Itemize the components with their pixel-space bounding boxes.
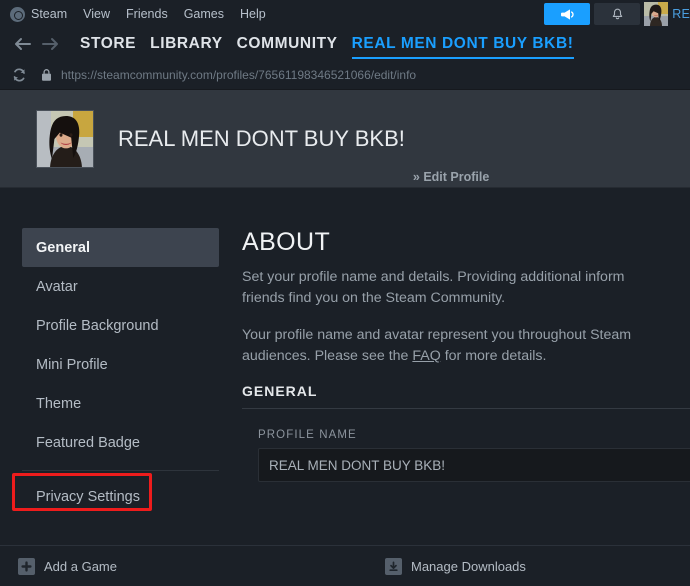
menu-item-help[interactable]: Help [240, 0, 266, 28]
steam-client-window: Steam View Friends Games Help RE STORE L… [0, 0, 690, 586]
manage-downloads-label: Manage Downloads [411, 558, 526, 574]
download-icon [385, 557, 402, 575]
about-paragraph-1-line-1: Set your profile name and details. Provi… [242, 269, 625, 285]
arrow-left-icon [14, 38, 31, 50]
megaphone-icon [560, 8, 574, 20]
menu-item-view[interactable]: View [83, 0, 110, 28]
arrow-right-icon [41, 38, 58, 50]
refresh-icon[interactable] [12, 67, 27, 82]
sidebar-item-label: Mini Profile [36, 356, 108, 373]
navigation-bar: STORE LIBRARY COMMUNITY REAL MEN DONT BU… [0, 28, 690, 60]
sidebar-item-featured-badge[interactable]: Featured Badge [22, 423, 219, 462]
about-paragraph-2: Your profile name and avatar represent y… [242, 325, 690, 367]
steam-logo-icon[interactable] [10, 6, 25, 22]
about-paragraph-2-line-2: audiences. Please see the FAQ for more d… [242, 346, 690, 367]
sidebar-item-privacy-settings[interactable]: Privacy Settings [22, 477, 219, 516]
about-text-before-faq: audiences. Please see the [242, 348, 413, 364]
forward-button[interactable] [38, 32, 62, 56]
padlock-icon [42, 68, 51, 81]
status-bar: Add a Game Manage Downloads [0, 545, 690, 586]
sidebar-item-label: Avatar [36, 278, 78, 295]
about-text-after-faq: for more details. [440, 348, 547, 364]
page-body: General Avatar Profile Background Mini P… [0, 188, 690, 545]
profile-name-input[interactable] [258, 448, 690, 482]
sidebar-item-label: Privacy Settings [36, 488, 140, 505]
sidebar-divider [22, 470, 219, 471]
avatar-mini[interactable] [644, 2, 669, 26]
sidebar-item-label: Theme [36, 395, 82, 412]
menu-item-steam[interactable]: Steam [31, 0, 67, 28]
sidebar-item-mini-profile[interactable]: Mini Profile [22, 345, 219, 384]
faq-link[interactable]: FAQ [412, 348, 440, 364]
settings-content: ABOUT Set your profile name and details.… [236, 188, 690, 545]
sidebar-item-label: General [36, 239, 90, 256]
sidebar-item-profile-background[interactable]: Profile Background [22, 306, 219, 345]
sidebar-privacy-wrap: Privacy Settings [12, 473, 219, 516]
plus-icon [18, 557, 35, 575]
about-section: ABOUT Set your profile name and details.… [242, 228, 690, 482]
url-bar: https://steamcommunity.com/profiles/7656… [0, 60, 690, 90]
profile-avatar-icon [37, 110, 93, 167]
about-paragraph-1: Set your profile name and details. Provi… [242, 267, 690, 309]
nav-tab-profile[interactable]: REAL MEN DONT BUY BKB! [351, 28, 574, 60]
add-a-game-label: Add a Game [44, 558, 117, 574]
user-avatar-icon [644, 2, 669, 26]
breadcrumb-edit-profile[interactable]: » Edit Profile [413, 170, 489, 187]
sidebar-item-theme[interactable]: Theme [22, 384, 219, 423]
menu-bar: Steam View Friends Games Help RE [0, 0, 690, 28]
url-text[interactable]: https://steamcommunity.com/profiles/7656… [61, 68, 416, 82]
sidebar-item-label: Featured Badge [36, 434, 140, 451]
sidebar-item-label: Profile Background [36, 317, 159, 334]
profile-name-heading: REAL MEN DONT BUY BKB! [118, 125, 405, 151]
settings-sidebar: General Avatar Profile Background Mini P… [0, 188, 236, 545]
general-section-heading: GENERAL [242, 383, 690, 409]
notifications-button[interactable] [594, 3, 641, 25]
nav-tab-community[interactable]: COMMUNITY [237, 28, 338, 60]
sidebar-item-general[interactable]: General [22, 228, 219, 267]
broadcast-button[interactable] [544, 3, 591, 25]
add-a-game-button[interactable]: Add a Game [18, 557, 117, 575]
username-label[interactable]: RE [672, 7, 690, 21]
profile-name-label: PROFILE NAME [258, 429, 357, 441]
profile-avatar[interactable] [36, 109, 94, 168]
sidebar-item-avatar[interactable]: Avatar [22, 267, 219, 306]
menu-item-games[interactable]: Games [184, 0, 224, 28]
about-paragraph-2-line-1: Your profile name and avatar represent y… [242, 327, 632, 343]
menu-item-friends[interactable]: Friends [126, 0, 168, 28]
manage-downloads-button[interactable]: Manage Downloads [385, 557, 526, 575]
about-paragraph-1-line-2: friends find you on the Steam Community. [242, 290, 506, 306]
nav-tab-library[interactable]: LIBRARY [150, 28, 223, 60]
titlebar-actions: RE [544, 0, 690, 28]
back-button[interactable] [10, 32, 34, 56]
about-title: ABOUT [242, 228, 331, 256]
bell-icon [612, 8, 622, 19]
nav-tab-store[interactable]: STORE [80, 28, 136, 60]
profile-header: REAL MEN DONT BUY BKB! » Edit Profile [0, 90, 690, 188]
